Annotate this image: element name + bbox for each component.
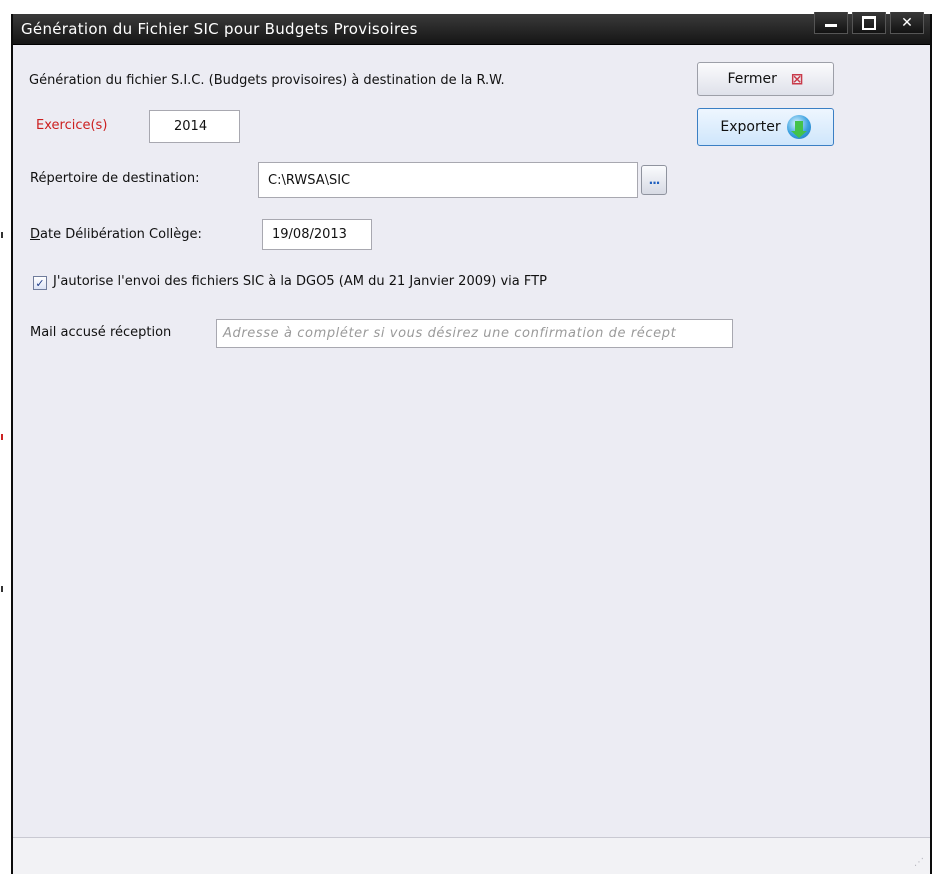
description-text: Génération du fichier S.I.C. (Budgets pr… [29,73,505,88]
maximize-button[interactable] [852,12,886,34]
ftp-checkbox-label[interactable]: J'autorise l'envoi des fichiers SIC à la… [53,274,547,289]
title-bar[interactable]: Génération du Fichier SIC pour Budgets P… [13,12,930,45]
background-strip [0,0,11,874]
resize-grip-icon[interactable]: ⋰ [914,857,924,868]
mail-input[interactable]: Adresse à compléter si vous désirez une … [216,319,733,348]
gutter-mark [1,586,3,592]
close-icon: ✕ [901,14,913,31]
checkmark-icon: ✓ [35,276,45,290]
exercise-input[interactable]: 2014 [149,110,240,143]
browse-button[interactable]: ... [641,165,667,195]
minimize-button[interactable] [814,12,848,34]
window-title: Génération du Fichier SIC pour Budgets P… [21,20,418,38]
directory-label: Répertoire de destination: [30,171,200,186]
gutter-mark [1,232,3,238]
directory-input[interactable]: C:\RWSA\SIC [258,162,638,198]
date-label: Date Délibération Collège: [30,227,202,242]
mail-label: Mail accusé réception [30,325,172,340]
close-button-label: Fermer [727,71,777,87]
export-button-label: Exporter [720,119,781,135]
dialog-window: Génération du Fichier SIC pour Budgets P… [11,12,932,874]
date-input[interactable]: 19/08/2013 [262,219,372,250]
export-button[interactable]: Exporter [697,108,834,146]
close-x-icon: ⊠ [790,70,804,88]
minimize-icon [825,24,837,27]
globe-download-icon [786,115,811,139]
ftp-checkbox[interactable]: ✓ [33,276,47,290]
gutter-mark [1,434,3,440]
maximize-icon [862,15,876,30]
window-controls: ✕ [814,12,924,34]
close-button[interactable]: Fermer ⊠ [697,62,834,96]
exercise-label: Exercice(s) [36,118,108,133]
close-window-button[interactable]: ✕ [890,12,924,34]
status-bar: ⋰ [13,837,930,874]
